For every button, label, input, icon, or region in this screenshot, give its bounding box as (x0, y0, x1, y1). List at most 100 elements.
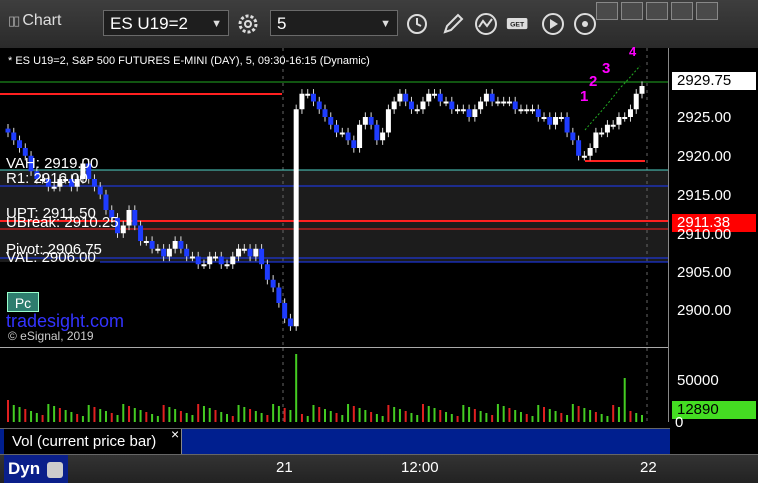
candle-body (310, 93, 316, 102)
volume-bar (519, 412, 522, 422)
volume-bar (295, 354, 298, 422)
volume-bar (617, 407, 620, 422)
pencil-icon[interactable] (441, 12, 465, 36)
pc-button[interactable]: Pc (7, 292, 39, 312)
volume-bar (266, 415, 269, 422)
volume-bar (375, 414, 378, 422)
volume-bar (358, 408, 361, 422)
volume-bar (445, 412, 448, 422)
volume-bar (93, 407, 96, 422)
candle-body (362, 117, 368, 125)
annotation-2: 2 (589, 73, 598, 90)
volume-bar (324, 409, 326, 422)
candle-body (570, 132, 576, 141)
volume-bar (531, 416, 534, 422)
candle-body (189, 256, 195, 259)
volume-bar (214, 410, 217, 422)
volume-bar (18, 407, 21, 422)
candle-body (426, 93, 432, 102)
candle-body (259, 248, 265, 265)
candle-body (241, 248, 247, 251)
volume-bar (122, 404, 125, 422)
help-icon[interactable] (573, 12, 597, 36)
candle-body (472, 109, 478, 117)
candle-body (616, 117, 622, 125)
volume-bar (208, 408, 211, 422)
candle-body (604, 124, 610, 133)
candle-body (195, 256, 201, 265)
gear-icon[interactable] (236, 12, 260, 36)
volume-bar (635, 413, 638, 422)
clock-icon[interactable] (405, 12, 429, 36)
axis-tick: 2905.00 (677, 264, 732, 281)
volume-bar (583, 408, 586, 422)
volume-bar (352, 406, 355, 422)
volume-bar (398, 409, 401, 422)
chevron-down-icon[interactable]: ▼ (380, 11, 391, 37)
studies-icon[interactable] (474, 12, 498, 36)
volume-bar (427, 406, 430, 422)
candle-body (408, 101, 414, 110)
symbol-input[interactable]: ES U19=2 ▼ (103, 10, 229, 36)
svg-text:GET: GET (510, 22, 525, 29)
volume-axis-tick: 50000 (677, 372, 719, 389)
volume-bar (387, 405, 390, 422)
candle-body (178, 241, 184, 249)
get-icon[interactable]: GET (506, 12, 530, 36)
volume-bar (479, 411, 482, 422)
candle-body (374, 124, 380, 141)
minimize-button[interactable] (646, 2, 668, 20)
undock-button[interactable] (596, 2, 618, 20)
volume-bar (629, 411, 632, 422)
link-button[interactable] (621, 2, 643, 20)
candle-body (610, 124, 616, 127)
maximize-button[interactable] (671, 2, 693, 20)
chevron-down-icon[interactable]: ▼ (211, 11, 222, 37)
time-label: 21 (276, 459, 293, 476)
candle-body (224, 264, 230, 267)
volume-bar (496, 404, 499, 422)
candle-body (184, 248, 190, 257)
window-title[interactable]: ▯▯ Chart (8, 12, 61, 30)
candle-body (316, 101, 322, 110)
volume-bar (571, 404, 574, 422)
annotation-3: 3 (602, 60, 611, 77)
candle-body (97, 186, 103, 195)
candle-body (236, 248, 242, 257)
volume-bar (289, 410, 292, 422)
play-icon[interactable] (541, 12, 565, 36)
candle-body (138, 225, 144, 241)
volume-bar (554, 411, 557, 422)
candle-body (564, 117, 570, 133)
volume-bar (347, 404, 350, 422)
volume-bar (226, 414, 229, 422)
interval-input[interactable]: 5 ▼ (270, 10, 398, 36)
candle-body (149, 241, 155, 249)
dyn-button[interactable]: Dyn (4, 455, 68, 483)
candle-body (351, 140, 357, 148)
candle-body (460, 109, 466, 112)
volume-legend-label: Vol (current price bar) (4, 429, 182, 455)
axis-tick: 2915.00 (677, 187, 732, 204)
r1-label: R1: 2916.00 (6, 170, 88, 187)
candle-body (91, 179, 97, 187)
copyright: © eSignal, 2019 (8, 329, 94, 343)
candle-body (443, 101, 449, 104)
close-icon[interactable]: × (171, 426, 179, 442)
candle-body (576, 140, 582, 156)
volume-bar (623, 378, 626, 422)
candle-body (529, 109, 535, 112)
volume-bar (439, 410, 442, 422)
link-icon[interactable] (46, 461, 63, 478)
grip-icon: ▯▯ (8, 13, 20, 28)
volume-bar (543, 407, 546, 422)
close-button[interactable] (696, 2, 718, 20)
volume-bar (260, 413, 263, 422)
candle-body (506, 101, 512, 104)
volume-chart (7, 348, 648, 422)
volume-bar (64, 410, 67, 422)
candle-body (17, 140, 23, 148)
price-axis[interactable]: 2929.75 2925.00 2920.00 2915.00 2911.38 … (668, 48, 758, 431)
volume-bar (612, 405, 615, 422)
volume-bar (116, 415, 119, 422)
